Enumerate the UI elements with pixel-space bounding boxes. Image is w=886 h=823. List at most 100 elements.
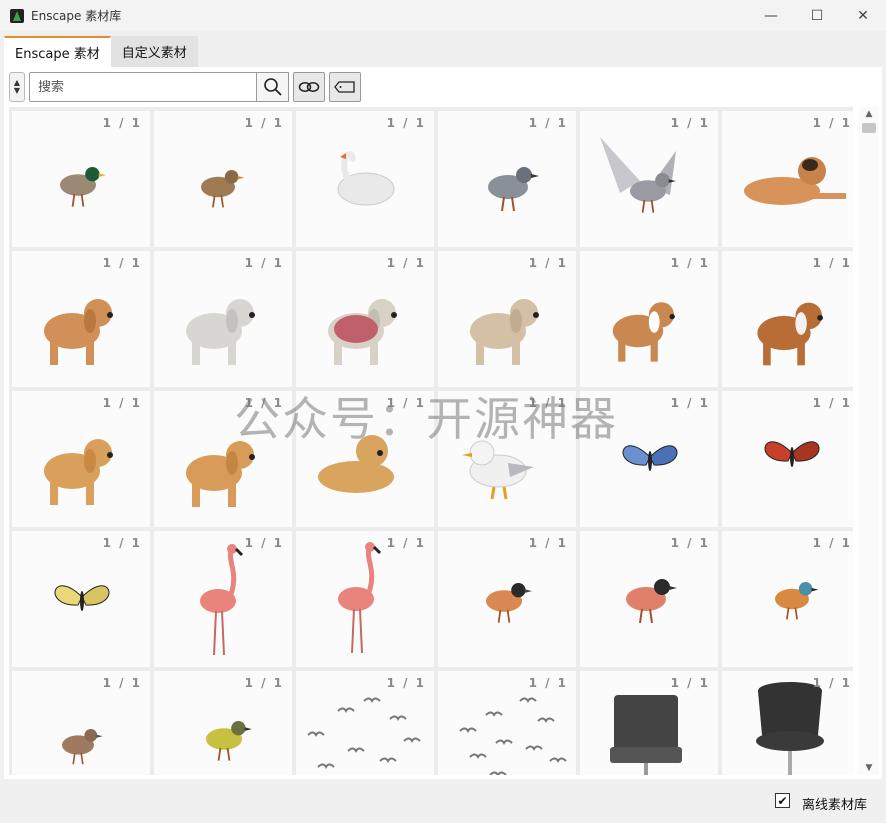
- asset-thumbnail-swallowtail-butterfly: [54, 585, 110, 611]
- footer: ✔ 离线素材库: [0, 784, 886, 823]
- asset-tile-beige-poodle[interactable]: 1 / 1: [438, 251, 576, 387]
- asset-tile-cocker-spaniel[interactable]: 1 / 1: [12, 251, 150, 387]
- asset-variant-count: 1 / 1: [102, 256, 142, 270]
- asset-thumbnail-flamingo: [200, 544, 244, 656]
- asset-tile-dark-chair[interactable]: 1 / 1: [722, 671, 853, 775]
- asset-variant-count: 1 / 1: [812, 396, 852, 410]
- asset-thumbnail-flamingo-standing: [338, 542, 382, 654]
- asset-thumbnail-female-duck: [201, 170, 245, 208]
- scroll-up-icon[interactable]: ▲: [859, 107, 879, 121]
- asset-variant-count: 1 / 1: [812, 536, 852, 550]
- asset-thumbnail-beagle-standing: [612, 302, 675, 362]
- asset-thumbnail-golden-retriever: [44, 439, 113, 505]
- asset-tile-bullfinch[interactable]: 1 / 1: [580, 531, 718, 667]
- vertical-scrollbar[interactable]: ▲ ▼: [859, 107, 879, 775]
- link-button[interactable]: [293, 72, 325, 102]
- asset-tile-white-poodle[interactable]: 1 / 1: [154, 251, 292, 387]
- asset-tile-seagull[interactable]: 1 / 1: [438, 391, 576, 527]
- scroll-thumb[interactable]: [862, 123, 876, 133]
- asset-variant-count: 1 / 1: [528, 536, 568, 550]
- asset-tile-pigeon[interactable]: 1 / 1: [438, 111, 576, 247]
- asset-variant-count: 1 / 1: [528, 256, 568, 270]
- tab-bar: Enscape 素材 自定义素材: [4, 36, 198, 67]
- asset-thumbnail-mallard-duck: [60, 167, 106, 207]
- asset-thumbnail-swan: [337, 151, 395, 206]
- offline-library-label: 离线素材库: [802, 798, 868, 813]
- asset-tile-office-chair[interactable]: 1 / 1: [580, 671, 718, 775]
- asset-thumbnail-white-poodle: [186, 299, 255, 365]
- asset-tile-beagle-lying[interactable]: 1 / 1: [722, 251, 853, 387]
- close-button[interactable]: ✕: [840, 0, 886, 31]
- asset-variant-count: 1 / 1: [670, 676, 710, 690]
- asset-variant-count: 1 / 1: [528, 676, 568, 690]
- asset-thumbnail-golden-retriever-sitting: [186, 441, 255, 507]
- asset-variant-count: 1 / 1: [670, 116, 710, 130]
- asset-tile-kingfisher[interactable]: 1 / 1: [722, 531, 853, 667]
- asset-tile-wren[interactable]: 1 / 1: [12, 671, 150, 775]
- asset-thumbnail-red-butterfly: [764, 441, 820, 467]
- asset-variant-count: 1 / 1: [670, 256, 710, 270]
- asset-tile-golden-retriever-lying[interactable]: 1 / 1: [296, 391, 434, 527]
- maximize-button[interactable]: ☐: [794, 0, 840, 31]
- asset-tile-flying-pigeon[interactable]: 1 / 1: [580, 111, 718, 247]
- asset-thumbnail-seagull: [462, 440, 534, 500]
- asset-tile-yellow-wagtail[interactable]: 1 / 1: [154, 671, 292, 775]
- asset-variant-count: 1 / 1: [102, 536, 142, 550]
- asset-tile-lying-dog[interactable]: 1 / 1: [722, 111, 853, 247]
- scroll-down-icon[interactable]: ▼: [859, 761, 879, 775]
- link-icon: [298, 82, 320, 92]
- search-input[interactable]: [38, 79, 256, 95]
- asset-tile-swan[interactable]: 1 / 1: [296, 111, 434, 247]
- asset-tile-flock-of-gulls[interactable]: 1 / 1: [296, 671, 434, 775]
- asset-tile-flamingo-standing[interactable]: 1 / 1: [296, 531, 434, 667]
- asset-grid: 1 / 1 1 / 11 / 1 1 / 1 1 / 11 / 1 1 / 1 …: [9, 107, 853, 775]
- asset-thumbnail-kingfisher: [775, 582, 819, 620]
- asset-thumbnail-bullfinch: [626, 579, 677, 624]
- asset-thumbnail-finch: [486, 583, 532, 623]
- asset-variant-count: 1 / 1: [386, 256, 426, 270]
- search-box: [29, 72, 257, 102]
- asset-tile-flock-of-birds[interactable]: 1 / 1: [438, 671, 576, 775]
- tab-enscape-assets[interactable]: Enscape 素材: [4, 36, 111, 67]
- asset-variant-count: 1 / 1: [812, 676, 852, 690]
- asset-variant-count: 1 / 1: [812, 116, 852, 130]
- asset-thumbnail-poodle-pink-coat: [328, 299, 397, 365]
- window-title: Enscape 素材库: [31, 9, 122, 23]
- asset-tile-beagle-standing[interactable]: 1 / 1: [580, 251, 718, 387]
- asset-variant-count: 1 / 1: [670, 396, 710, 410]
- asset-thumbnail-lying-dog: [744, 157, 846, 205]
- asset-panel: ▲ ▼ 搜索 1 / 1 1 / 1 1 / 1 1 / 1 1 / 1 1 /…: [4, 67, 882, 779]
- asset-thumbnail-cocker-spaniel: [44, 299, 113, 365]
- sort-button[interactable]: ▲ ▼: [9, 72, 25, 102]
- asset-tile-mallard-duck[interactable]: 1 / 1: [12, 111, 150, 247]
- asset-variant-count: 1 / 1: [528, 116, 568, 130]
- tag-button[interactable]: [329, 72, 361, 102]
- search-button[interactable]: [257, 72, 289, 102]
- asset-tile-swallowtail-butterfly[interactable]: 1 / 1: [12, 531, 150, 667]
- tag-icon: [334, 81, 355, 93]
- asset-variant-count: 1 / 1: [244, 536, 284, 550]
- asset-variant-count: 1 / 1: [670, 536, 710, 550]
- toolbar: ▲ ▼: [9, 71, 361, 103]
- asset-thumbnail-beagle-lying: [757, 302, 823, 366]
- asset-variant-count: 1 / 1: [244, 396, 284, 410]
- asset-tile-red-butterfly[interactable]: 1 / 1: [722, 391, 853, 527]
- enscape-logo-icon: [10, 8, 24, 23]
- asset-grid-area: 1 / 1 1 / 11 / 1 1 / 1 1 / 11 / 1 1 / 1 …: [9, 107, 853, 775]
- asset-variant-count: 1 / 1: [386, 396, 426, 410]
- asset-tile-golden-retriever-sitting[interactable]: 1 / 1: [154, 391, 292, 527]
- asset-variant-count: 1 / 1: [386, 536, 426, 550]
- asset-tile-flamingo[interactable]: 1 / 1: [154, 531, 292, 667]
- asset-tile-golden-retriever[interactable]: 1 / 1: [12, 391, 150, 527]
- tab-custom-assets[interactable]: 自定义素材: [110, 36, 198, 67]
- asset-tile-blue-butterfly[interactable]: 1 / 1: [580, 391, 718, 527]
- asset-tile-poodle-pink-coat[interactable]: 1 / 1: [296, 251, 434, 387]
- asset-tile-female-duck[interactable]: 1 / 1: [154, 111, 292, 247]
- offline-library-checkbox[interactable]: ✔: [775, 793, 790, 808]
- asset-tile-finch[interactable]: 1 / 1: [438, 531, 576, 667]
- sort-arrows-icon: ▲ ▼: [13, 78, 21, 95]
- asset-variant-count: 1 / 1: [102, 396, 142, 410]
- asset-thumbnail-flying-pigeon: [600, 137, 676, 213]
- minimize-button[interactable]: —: [748, 0, 794, 31]
- asset-thumbnail-beige-poodle: [470, 299, 539, 365]
